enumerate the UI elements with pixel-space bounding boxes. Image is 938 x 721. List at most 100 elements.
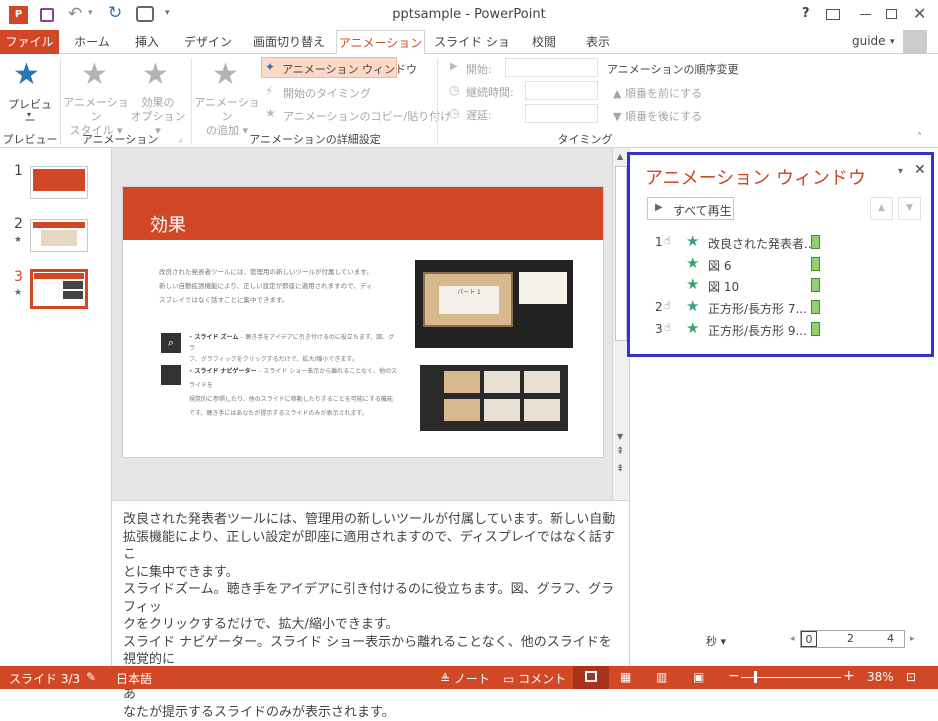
tab-transitions[interactable]: 画面切り替え (248, 30, 330, 54)
comments-label: コメント (518, 672, 566, 686)
advanced-group-label: アニメーションの詳細設定 (220, 131, 410, 147)
animation-painter-icon: ★ (265, 106, 276, 120)
start-label: 開始: (466, 61, 492, 77)
tab-slideshow[interactable]: スライド ショー (432, 30, 512, 54)
undo-dropdown-icon[interactable]: ▾ (88, 8, 93, 18)
timeline-left-icon[interactable]: ◂ (790, 634, 795, 644)
scroll-thumb[interactable] (615, 166, 627, 341)
slide-number-2: 2 (14, 216, 23, 232)
zoom-slider-thumb[interactable] (754, 671, 757, 683)
slide-intro-line-2: 新しい自動拡張機能により、正しい設定が即座に適用されますので、ディ (159, 279, 399, 293)
user-name[interactable]: guide (852, 34, 886, 48)
slideshow-start-icon[interactable] (136, 6, 154, 22)
move-earlier-label: 順番を前にする (625, 87, 702, 100)
tab-review[interactable]: 校閲 (522, 30, 566, 54)
notes-line-5: クをクリックするだけで、拡大/縮小できます。 (123, 616, 619, 634)
reorder-label: アニメーションの順序変更 (607, 61, 739, 77)
slide-title-band (123, 187, 603, 240)
minimize-icon[interactable] (860, 14, 871, 15)
seconds-dropdown[interactable]: 秒 ▾ (706, 633, 726, 649)
status-bar: スライド 3/3 ✎ 日本語 ≜ ノート ▭ コメント ▦ ▥ ▣ − + 38… (0, 666, 938, 689)
bullet-2-line-2: 視覚的に参照したり、他のスライドに移動したりすることを可能にする機能 (189, 393, 399, 407)
slide-thumbnail-1[interactable] (30, 166, 88, 199)
slide-2-animation-star-icon: ★ (14, 235, 22, 245)
slide-thumbnail-2[interactable] (30, 219, 88, 252)
duration-stepper[interactable] (525, 81, 598, 100)
slide-bullet-1[interactable]: • スライド ズーム – 聴き手をアイデアに引き付けるのに役立ちます。図、グラ … (189, 332, 399, 365)
duration-clock-icon: ◷ (449, 83, 459, 97)
comments-toggle[interactable]: ▭ コメント (503, 670, 566, 687)
maximize-icon[interactable] (886, 9, 897, 19)
tab-insert[interactable]: 挿入 (124, 30, 170, 54)
preview-dropdown-icon[interactable]: ▾ (24, 110, 34, 119)
duration-label: 継続時間: (466, 84, 514, 100)
animation-style-star-icon[interactable]: ★ (81, 57, 108, 92)
scroll-down-icon[interactable]: ▼ (617, 432, 623, 441)
undo-icon[interactable]: ↶ (68, 4, 82, 24)
previous-slide-icon[interactable]: ⇞ (616, 446, 624, 457)
effect-options-label-1: 効果の (142, 96, 175, 109)
slide-bullet-2[interactable]: • スライド ナビゲーター – スライド ショー表示から離れることなく、他のスラ… (189, 365, 399, 421)
preview-group-label: プレビュー (2, 131, 58, 147)
powerpoint-logo-icon[interactable]: P (9, 6, 28, 24)
language-indicator[interactable]: 日本語 (116, 670, 152, 687)
redo-icon[interactable]: ↻ (108, 3, 122, 23)
move-later-button[interactable]: ▼ 順番を後にする (613, 108, 702, 124)
scale-4: 4 (887, 632, 894, 645)
slideshow-view-icon[interactable]: ▣ (693, 670, 704, 684)
navigator-grid-icon (161, 365, 181, 385)
help-button[interactable]: ? (802, 6, 810, 21)
animation-group-launcher-icon[interactable]: ⌟ (178, 134, 182, 144)
tab-design[interactable]: デザイン (176, 30, 240, 54)
start-timing-button[interactable]: 開始のタイミング (283, 85, 371, 101)
zoom-out-icon[interactable]: − (728, 668, 740, 684)
zoom-level[interactable]: 38% (867, 670, 894, 684)
timeline-right-icon[interactable]: ▸ (910, 634, 915, 644)
close-icon[interactable]: ✕ (913, 4, 926, 23)
scale-2: 2 (847, 632, 854, 645)
notes-line-2: 拡張機能により、正しい設定が即座に適用されますので、ディスプレイではなく話すこ (123, 529, 619, 564)
add-animation-star-icon[interactable]: ★ (212, 57, 239, 92)
start-dropdown[interactable] (505, 58, 598, 77)
tab-home[interactable]: ホーム (64, 30, 120, 54)
reading-view-icon[interactable]: ▥ (656, 670, 667, 684)
tab-view[interactable]: 表示 (576, 30, 620, 54)
collapse-ribbon-icon[interactable]: ˄ (917, 132, 922, 143)
delay-stepper[interactable] (525, 104, 598, 123)
seconds-label: 秒 (706, 635, 717, 648)
slide-number-3: 3 (14, 269, 23, 285)
tab-file[interactable]: ファイル (0, 30, 59, 54)
slide-title[interactable]: 効果 (150, 211, 186, 237)
qat-customize-icon[interactable]: ▾ (165, 8, 170, 18)
tab-animations[interactable]: アニメーション (336, 30, 425, 55)
effect-options-star-icon[interactable]: ★ (142, 57, 169, 92)
ribbon-display-icon[interactable] (826, 9, 840, 20)
navigator-thumb-6 (524, 399, 560, 421)
zoom-magnifier-icon: ⌕ (161, 333, 181, 353)
slide-number-1: 1 (14, 163, 23, 179)
save-icon[interactable] (40, 8, 54, 22)
animation-painter-button[interactable]: アニメーションのコピー/貼り付け (283, 108, 451, 124)
fit-slide-icon[interactable]: ⊡ (906, 670, 916, 684)
notes-toggle[interactable]: ≜ ノート (440, 670, 490, 687)
preview-star-icon[interactable]: ★ (13, 57, 40, 92)
notes-pane[interactable]: 改良された発表者ツールには、管理用の新しいツールが付属しています。新しい自動 拡… (112, 500, 629, 666)
animation-group-label: アニメーション (70, 131, 170, 147)
avatar[interactable] (903, 30, 927, 54)
spelling-check-icon[interactable]: ✎ (86, 670, 96, 684)
title-bar: P ↶ ▾ ↻ ▾ pptsample - PowerPoint ? ✕ (0, 0, 938, 30)
next-slide-icon[interactable]: ⇟ (616, 463, 624, 474)
slide-counter[interactable]: スライド 3/3 (9, 670, 80, 687)
scroll-up-icon[interactable]: ▲ (617, 152, 623, 161)
presenter-view-picture[interactable]: パート 1 (415, 260, 573, 348)
navigator-picture[interactable] (420, 365, 568, 431)
slide-intro-text[interactable]: 改良された発表者ツールには、管理用の新しいツールが付属しています。 新しい自動拡… (159, 265, 399, 307)
slide-thumbnail-3[interactable] (30, 269, 88, 309)
zoom-in-icon[interactable]: + (843, 668, 855, 684)
slide-canvas[interactable]: 効果 改良された発表者ツールには、管理用の新しいツールが付属しています。 新しい… (122, 186, 604, 458)
screen-label: パート 1 (457, 289, 481, 296)
timeline-scale[interactable]: 0 2 4 (800, 630, 905, 648)
slide-sorter-icon[interactable]: ▦ (620, 670, 631, 684)
user-dropdown-icon[interactable]: ▾ (890, 37, 895, 47)
move-earlier-button[interactable]: ▲ 順番を前にする (613, 85, 702, 101)
